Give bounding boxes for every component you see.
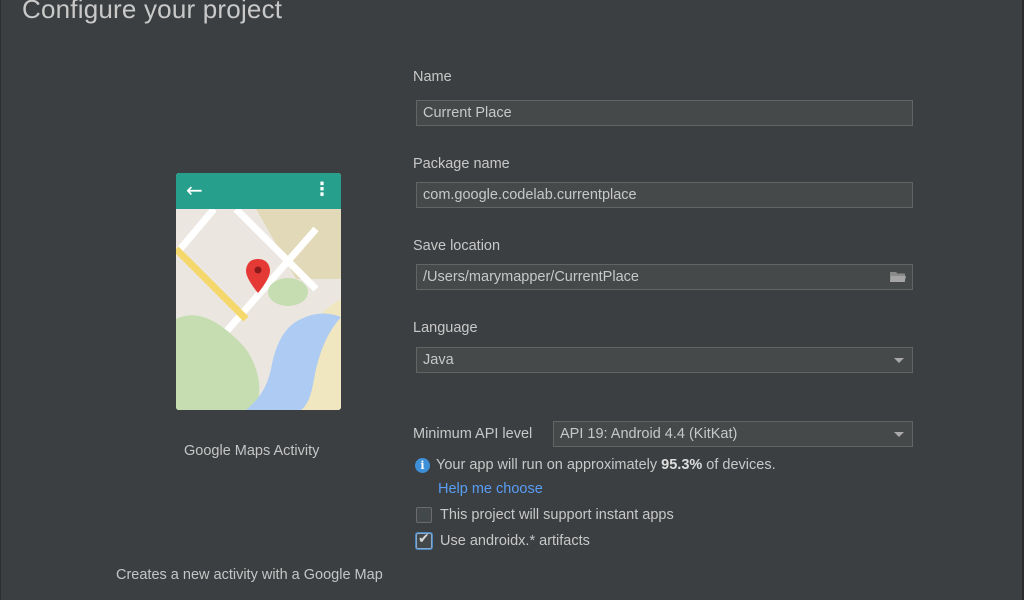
package-name-label: Package name [413, 156, 510, 172]
instant-apps-label[interactable]: This project will support instant apps [440, 507, 674, 523]
package-name-field[interactable]: com.google.codelab.currentplace [416, 182, 913, 208]
name-label: Name [413, 69, 452, 85]
checkmark-icon: ✔ [418, 531, 430, 547]
min-api-select[interactable]: API 19: Android 4.4 (KitKat) [553, 421, 913, 447]
chevron-down-icon [894, 432, 904, 437]
window-left-border [0, 0, 1, 600]
coverage-suffix: of devices. [702, 457, 776, 473]
save-location-label: Save location [413, 238, 501, 254]
save-location-field[interactable]: /Users/marymapper/CurrentPlace [416, 264, 913, 290]
template-name: Google Maps Activity [184, 443, 320, 459]
min-api-value: API 19: Android 4.4 (KitKat) [560, 426, 738, 442]
save-location-value: /Users/marymapper/CurrentPlace [423, 269, 639, 285]
map-illustration [176, 209, 341, 410]
template-description: Creates a new activity with a Google Map [116, 567, 383, 583]
page-title: Configure your project [22, 0, 283, 24]
arrow-back-icon: ← [186, 178, 203, 202]
folder-icon[interactable] [890, 271, 906, 283]
help-me-choose-link[interactable]: Help me choose [438, 481, 543, 497]
min-api-label: Minimum API level [413, 426, 533, 442]
info-icon: i [415, 458, 430, 473]
language-select[interactable]: Java [416, 347, 913, 373]
coverage-prefix: Your app will run on approximately [436, 457, 662, 473]
name-field[interactable]: Current Place [416, 100, 913, 126]
more-vert-icon: ⋮ [313, 179, 331, 200]
instant-apps-checkbox[interactable] [416, 507, 432, 523]
coverage-percent: 95.3% [661, 457, 703, 473]
device-coverage-text: Your app will run on approximately 95.3%… [436, 457, 776, 473]
template-preview: ← ⋮ [176, 173, 341, 410]
chevron-down-icon [894, 358, 904, 363]
androidx-checkbox[interactable]: ✔ [416, 531, 432, 549]
preview-appbar: ← ⋮ [176, 173, 341, 209]
language-value: Java [423, 352, 454, 368]
language-label: Language [413, 320, 478, 336]
androidx-label[interactable]: Use androidx.* artifacts [440, 533, 590, 549]
